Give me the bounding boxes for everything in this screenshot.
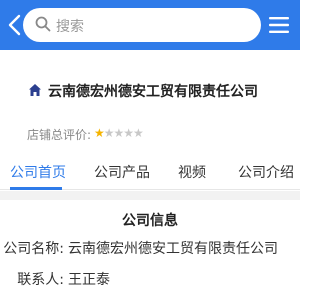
- menu-icon[interactable]: [268, 15, 290, 35]
- contact-value: 王正泰: [68, 272, 110, 288]
- section-title: 公司信息: [122, 213, 178, 229]
- tab-videos[interactable]: 视频: [178, 162, 206, 182]
- tab-products[interactable]: 公司产品: [94, 162, 150, 182]
- active-tab-indicator: [10, 187, 62, 190]
- tab-bar: 公司首页 公司产品 视频 公司介绍: [0, 156, 300, 190]
- section-divider: [0, 191, 300, 200]
- info-row-contact: 联系人: 王正泰: [0, 269, 300, 291]
- home-icon: [29, 84, 41, 96]
- star-filled-icon: ★: [94, 126, 105, 140]
- top-bar: 搜索: [0, 0, 300, 50]
- rating-label: 店铺总评价:: [27, 128, 92, 142]
- tab-home[interactable]: 公司首页: [10, 162, 66, 182]
- chevron-left-icon[interactable]: [5, 13, 23, 37]
- company-header: 云南德宏州德安工贸有限责任公司: [0, 78, 300, 104]
- star-empty-icon: ★★★★: [103, 126, 144, 140]
- company-name: 云南德宏州德安工贸有限责任公司: [48, 84, 258, 100]
- tab-about[interactable]: 公司介绍: [238, 162, 294, 182]
- shop-rating: 店铺总评价: ★★★★★: [27, 126, 144, 144]
- contact-label: 联系人:: [17, 272, 64, 288]
- search-icon: [35, 16, 51, 32]
- company-label: 公司名称:: [3, 241, 64, 257]
- company-value: 云南德宏州德安工贸有限责任公司: [68, 241, 278, 257]
- search-placeholder: 搜索: [56, 19, 84, 35]
- info-row-company: 公司名称: 云南德宏州德安工贸有限责任公司: [0, 238, 300, 260]
- search-input[interactable]: 搜索: [23, 8, 261, 42]
- rating-stars: ★★★★★: [94, 126, 144, 140]
